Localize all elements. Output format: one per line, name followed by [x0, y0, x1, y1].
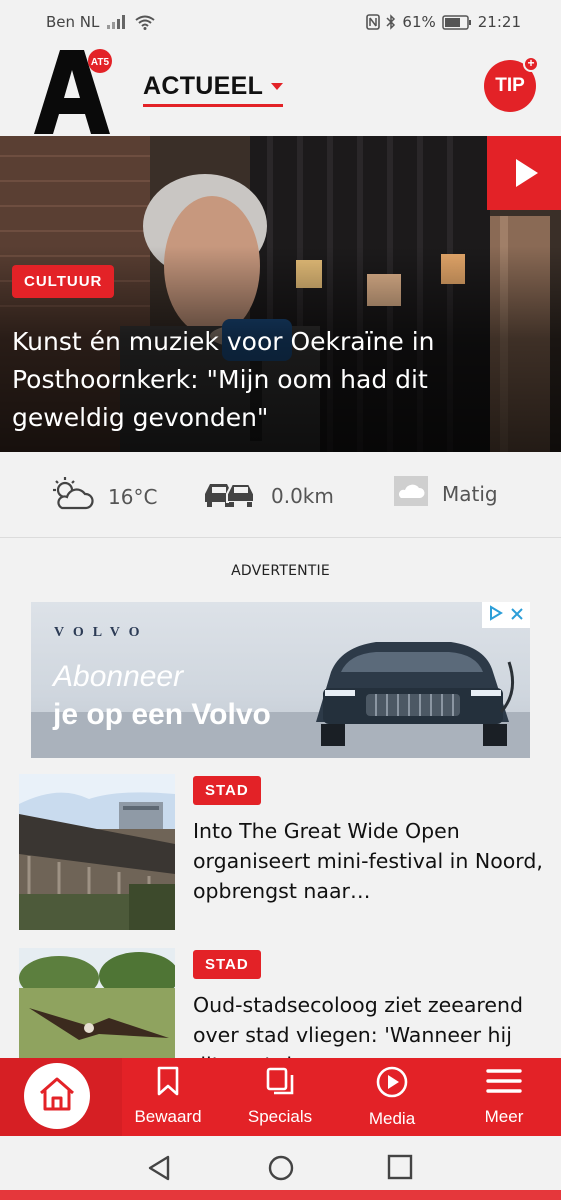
ad-label: ADVERTENTIE [231, 563, 330, 579]
bookmark-icon [155, 1066, 181, 1101]
signal-icon [107, 15, 127, 29]
ad-brand: VOLVO [54, 625, 149, 640]
nav-label: Media [368, 1109, 416, 1128]
section-dropdown[interactable]: ACTUEEL [143, 72, 284, 107]
bluetooth-icon [386, 14, 396, 30]
temperature: 16°C [108, 484, 158, 509]
play-circle-icon [376, 1066, 408, 1103]
bottom-navigation: Bewaard Specials Media Meer [0, 1058, 561, 1136]
cloud-icon [394, 476, 428, 511]
back-icon[interactable] [146, 1154, 172, 1186]
article-title[interactable]: Into The Great Wide Open organiseert min… [193, 816, 543, 906]
category-badge[interactable]: STAD [193, 950, 261, 979]
battery-percent: 61% [402, 13, 436, 31]
air-quality-widget[interactable]: Matig [394, 476, 498, 511]
logo-badge: AT5 [91, 57, 110, 68]
home-circle-icon[interactable] [267, 1154, 295, 1186]
traffic-widget[interactable]: 0.0km [201, 476, 334, 515]
play-icon [515, 159, 538, 187]
status-right: 61% 21:21 [366, 13, 521, 31]
menu-icon [486, 1066, 522, 1101]
play-button[interactable] [487, 136, 561, 210]
status-bar: Ben NL 61% 21:21 [0, 0, 561, 44]
nav-meer[interactable]: Meer [459, 1066, 549, 1127]
status-left: Ben NL [46, 13, 155, 31]
caret-down-icon [271, 83, 284, 90]
ad-choices[interactable] [482, 602, 530, 628]
air-quality-value: Matig [442, 481, 498, 506]
app-header: AT5 ACTUEEL TIP + [0, 44, 561, 136]
tip-button[interactable]: TIP + [484, 56, 539, 112]
category-badge[interactable]: STAD [193, 776, 261, 805]
category-badge[interactable]: CULTUUR [12, 265, 115, 298]
tip-label: TIP [495, 75, 525, 96]
article-item[interactable]: STAD Into The Great Wide Open organiseer… [0, 774, 561, 934]
weather-widget[interactable]: 16°C [50, 476, 157, 517]
traffic-icon [201, 476, 257, 515]
home-icon [38, 1076, 76, 1116]
carrier-name: Ben NL [46, 13, 100, 31]
nav-label: Specials [247, 1107, 313, 1126]
hero-article[interactable]: CULTUUR Kunst én muziek voor Oekraïne in… [0, 136, 561, 452]
nfc-icon [366, 14, 381, 30]
battery-icon [442, 14, 472, 30]
nav-media[interactable]: Media [347, 1066, 437, 1129]
nav-label: Meer [484, 1107, 524, 1126]
nav-ghost-strip [0, 1190, 561, 1200]
clock: 21:21 [477, 13, 521, 31]
nav-bewaard[interactable]: Bewaard [123, 1066, 213, 1127]
close-ad-icon[interactable] [510, 606, 524, 625]
nav-specials[interactable]: Specials [235, 1066, 325, 1127]
ad-headline-1: Abonneer [53, 660, 184, 693]
home-tab[interactable] [0, 1058, 122, 1136]
article-item[interactable]: STAD Oud-stadsecoloog ziet zeearend over… [0, 948, 561, 1104]
adchoices-icon[interactable] [488, 605, 504, 625]
hero-title[interactable]: Kunst én muziek voor Oekraïne in Posthoo… [12, 323, 542, 437]
section-label: ACTUEEL [143, 72, 264, 100]
traffic-value: 0.0km [271, 483, 334, 508]
article-thumbnail [19, 774, 175, 930]
plus-icon: + [523, 56, 539, 72]
at5-logo[interactable]: AT5 [30, 48, 120, 134]
wifi-icon [135, 15, 155, 30]
stack-icon [265, 1066, 295, 1101]
home-button[interactable] [24, 1063, 90, 1129]
ad-headline-2: je op een Volvo [53, 698, 271, 731]
advertisement-banner[interactable]: VOLVO Abonneer je op een Volvo [31, 602, 530, 758]
nav-label: Bewaard [134, 1107, 202, 1126]
info-strip: 16°C 0.0km Matig [0, 452, 561, 538]
partly-cloudy-icon [50, 476, 94, 517]
recents-icon[interactable] [387, 1154, 413, 1184]
